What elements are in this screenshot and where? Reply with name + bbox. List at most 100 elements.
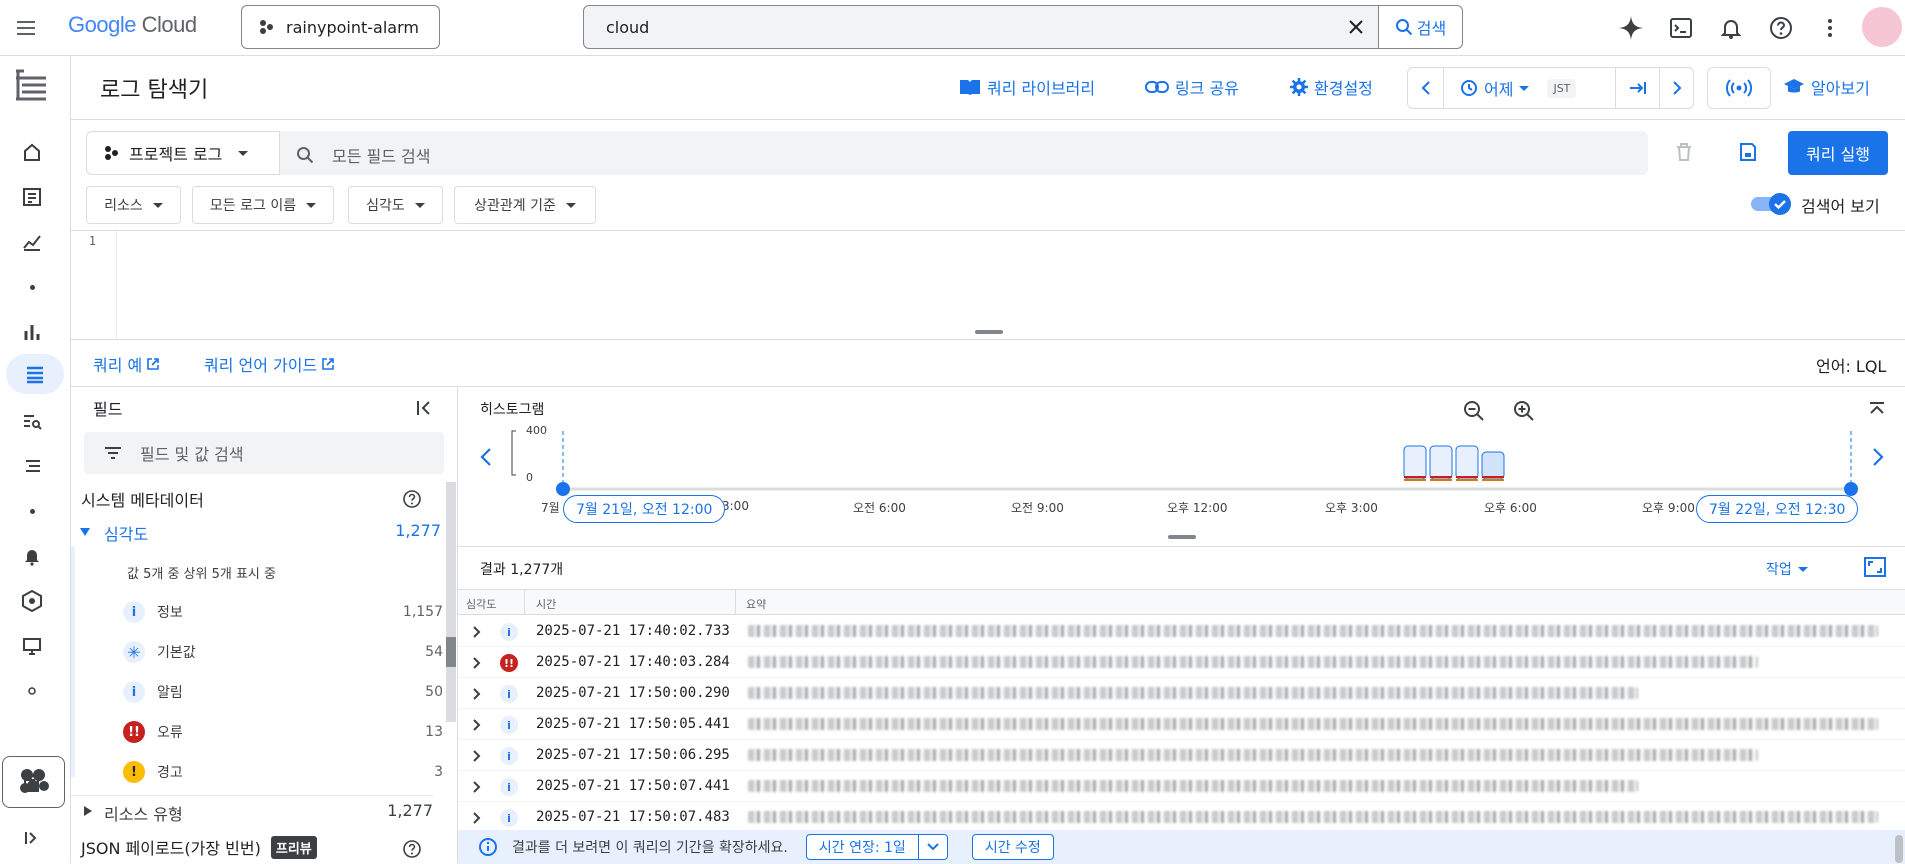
column-summary[interactable]: 요약 xyxy=(746,596,766,612)
help-icon[interactable] xyxy=(402,489,422,509)
log-row[interactable]: i 2025-07-21 17:50:07.441 xyxy=(458,771,1905,802)
metrics-icon[interactable] xyxy=(20,230,44,254)
service-hex-icon[interactable] xyxy=(20,589,44,613)
edit-time-button[interactable]: 시간 수정 xyxy=(971,834,1054,860)
histogram-bar[interactable] xyxy=(1455,445,1479,480)
query-examples-link[interactable]: 쿼리 예 xyxy=(93,352,160,376)
main-menu-icon[interactable] xyxy=(14,16,38,40)
severity-field-row[interactable]: 심각도 1,277 xyxy=(71,517,441,547)
all-fields-search[interactable]: 모든 필드 검색 xyxy=(296,143,431,167)
resource-type-field-row[interactable]: 리소스 유형 1,277 xyxy=(71,795,433,825)
severity-value-error[interactable]: !! 오류 13 xyxy=(123,717,443,747)
query-editor[interactable]: 1 xyxy=(71,230,1905,340)
histogram-bar[interactable] xyxy=(1403,445,1427,480)
logs-explorer-nav-icon[interactable] xyxy=(6,354,64,394)
severity-value-notice[interactable]: i 알림 50 xyxy=(123,677,443,707)
log-row[interactable]: i 2025-07-21 17:50:00.290 xyxy=(458,678,1905,709)
results-scrollbar[interactable] xyxy=(1895,835,1903,863)
info-icon: i xyxy=(123,681,145,703)
field-search-input[interactable]: 필드 및 값 검색 xyxy=(84,432,444,474)
expand-rail-icon[interactable] xyxy=(20,826,44,850)
search-button[interactable]: 검색 xyxy=(1378,6,1462,48)
log-row[interactable]: i 2025-07-21 17:50:06.295 xyxy=(458,740,1905,771)
nav-tree-icon[interactable] xyxy=(12,68,50,104)
save-query-icon[interactable] xyxy=(1739,142,1757,162)
project-logs-dropdown[interactable]: 프로젝트 로그 xyxy=(86,131,280,175)
google-cloud-logo[interactable]: Google Cloud xyxy=(68,12,197,38)
column-time[interactable]: 시간 xyxy=(536,596,556,612)
range-start-pill[interactable]: 7월 21일, 오전 12:00 xyxy=(563,495,726,523)
clear-search-icon[interactable] xyxy=(1334,6,1378,48)
range-start-handle[interactable] xyxy=(556,482,570,496)
severity-filter-chip[interactable]: 심각도 xyxy=(348,186,443,224)
collapse-panel-icon[interactable] xyxy=(415,399,433,417)
time-range-picker[interactable]: 어제 JST xyxy=(1444,68,1616,108)
log-row[interactable]: !! 2025-07-21 17:40:03.284 xyxy=(458,647,1905,678)
jump-to-now-button[interactable] xyxy=(1616,68,1660,108)
delete-icon[interactable] xyxy=(1675,142,1693,162)
histogram-error-mark xyxy=(1404,476,1426,478)
bar-chart-icon[interactable] xyxy=(20,320,44,344)
stream-logs-button[interactable] xyxy=(1707,67,1771,109)
run-query-button[interactable]: 쿼리 실행 xyxy=(1788,131,1888,175)
expand-row-icon[interactable] xyxy=(472,687,482,701)
log-search-icon[interactable] xyxy=(20,409,44,433)
expand-row-icon[interactable] xyxy=(472,811,482,825)
query-language-guide-link[interactable]: 쿼리 언어 가이드 xyxy=(204,352,335,376)
memo-icon[interactable] xyxy=(20,771,44,795)
histogram-bar[interactable] xyxy=(1481,451,1505,480)
account-avatar[interactable] xyxy=(1862,7,1902,47)
log-row[interactable]: i 2025-07-21 17:50:07.483 xyxy=(458,802,1905,833)
column-divider[interactable] xyxy=(524,590,525,614)
help-icon[interactable] xyxy=(1767,14,1795,42)
cloud-shell-icon[interactable] xyxy=(1667,14,1695,42)
notifications-icon[interactable] xyxy=(1717,14,1745,42)
scrollbar-thumb[interactable] xyxy=(446,637,456,667)
expand-row-icon[interactable] xyxy=(472,749,482,763)
fields-scrollbar[interactable] xyxy=(446,482,456,722)
expand-row-icon[interactable] xyxy=(472,780,482,794)
range-end-handle[interactable] xyxy=(1844,482,1858,496)
home-icon[interactable] xyxy=(20,140,44,164)
log-name-filter-chip[interactable]: 모든 로그 이름 xyxy=(192,186,334,224)
log-row[interactable]: i 2025-07-21 17:40:02.733 xyxy=(458,616,1905,647)
editor-resize-handle[interactable] xyxy=(975,330,1003,334)
dashboard-icon[interactable] xyxy=(20,185,44,209)
range-end-pill[interactable]: 7월 22일, 오전 12:30 xyxy=(1696,495,1859,523)
query-library-button[interactable]: 쿼리 라이브러리 xyxy=(959,75,1095,99)
column-divider[interactable] xyxy=(735,590,736,614)
time-prev-button[interactable] xyxy=(1408,68,1444,108)
log-list-icon[interactable] xyxy=(20,454,44,478)
learn-button[interactable]: 알아보기 xyxy=(1783,75,1870,99)
settings-button[interactable]: 환경설정 xyxy=(1290,75,1373,99)
expand-row-icon[interactable] xyxy=(472,718,482,732)
global-search-input[interactable]: cloud xyxy=(606,18,1334,37)
severity-value-info[interactable]: i 정보 1,157 xyxy=(123,597,443,627)
extend-time-dropdown[interactable] xyxy=(917,834,948,860)
share-link-button[interactable]: 링크 공유 xyxy=(1145,75,1239,99)
global-search[interactable]: cloud 검색 xyxy=(583,5,1463,49)
monitor-icon[interactable] xyxy=(20,634,44,658)
severity-value-label: 정보 xyxy=(157,605,183,621)
severity-value-warning[interactable]: ! 경고 3 xyxy=(123,757,443,787)
help-icon[interactable] xyxy=(402,839,422,859)
expand-row-icon[interactable] xyxy=(472,625,482,639)
show-query-toggle[interactable] xyxy=(1749,193,1791,215)
all-fields-search-input[interactable]: 모든 필드 검색 xyxy=(332,143,431,167)
project-picker-button[interactable]: rainypoint-alarm xyxy=(241,5,440,49)
fullscreen-icon[interactable] xyxy=(1864,557,1886,577)
column-severity[interactable]: 심각도 xyxy=(466,596,496,612)
log-row[interactable]: i 2025-07-21 17:50:05.441 xyxy=(458,709,1905,740)
actions-dropdown[interactable]: 작업 xyxy=(1766,559,1808,579)
gemini-spark-icon[interactable] xyxy=(1617,14,1645,42)
expand-row-icon[interactable] xyxy=(472,656,482,670)
alerting-bell-icon[interactable] xyxy=(20,544,44,568)
histogram-resize-handle[interactable] xyxy=(1168,535,1196,539)
resource-filter-chip[interactable]: 리소스 xyxy=(86,186,181,224)
severity-value-default[interactable]: ✳ 기본값 54 xyxy=(123,637,443,667)
correlate-filter-chip[interactable]: 상관관계 기준 xyxy=(454,186,596,224)
histogram-bar[interactable] xyxy=(1429,445,1453,480)
more-options-icon[interactable] xyxy=(1816,14,1844,42)
extend-time-button[interactable]: 시간 연장: 1일 xyxy=(805,834,919,860)
time-next-button[interactable] xyxy=(1660,68,1693,108)
